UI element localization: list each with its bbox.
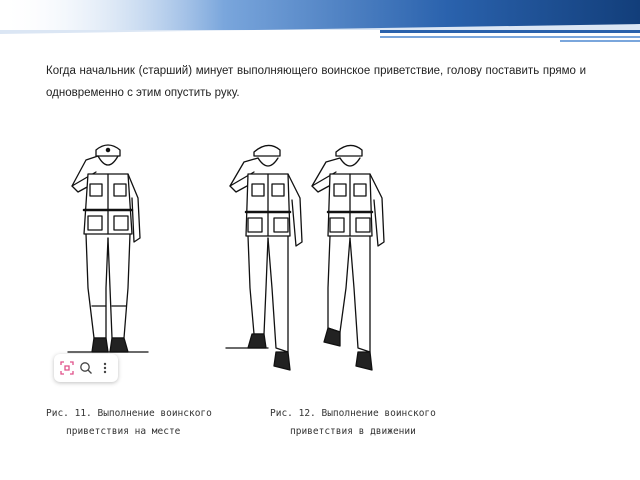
scan-icon[interactable] xyxy=(59,360,75,376)
more-vertical-icon[interactable] xyxy=(97,360,113,376)
soldier-marching-figure-1 xyxy=(225,144,303,371)
figure-11-caption-line-2: приветствия на месте xyxy=(66,426,181,437)
image-mini-toolbar xyxy=(54,354,118,382)
header-banner xyxy=(0,0,640,42)
figure-12-caption-line-1: Рис. 12. Выполнение воинского xyxy=(270,408,436,419)
paragraph-line-2: одновременно с этим опустить руку. xyxy=(46,87,240,99)
paragraph-line-1: Когда начальник (старший) минует выполня… xyxy=(46,65,586,77)
figure-12-caption-line-2: приветствия в движении xyxy=(290,426,416,437)
soldier-standing-figure xyxy=(67,144,149,353)
figure-12-caption: Рис. 12. Выполнение воинского приветстви… xyxy=(270,405,436,441)
instruction-paragraph: Когда начальник (старший) минует выполня… xyxy=(46,60,586,104)
figure-11-caption: Рис. 11. Выполнение воинского приветстви… xyxy=(46,405,212,441)
figure-11-caption-line-1: Рис. 11. Выполнение воинского xyxy=(46,408,212,419)
soldier-marching-figure-2 xyxy=(311,144,385,371)
salute-illustration xyxy=(67,144,385,371)
search-lens-icon[interactable] xyxy=(78,360,94,376)
